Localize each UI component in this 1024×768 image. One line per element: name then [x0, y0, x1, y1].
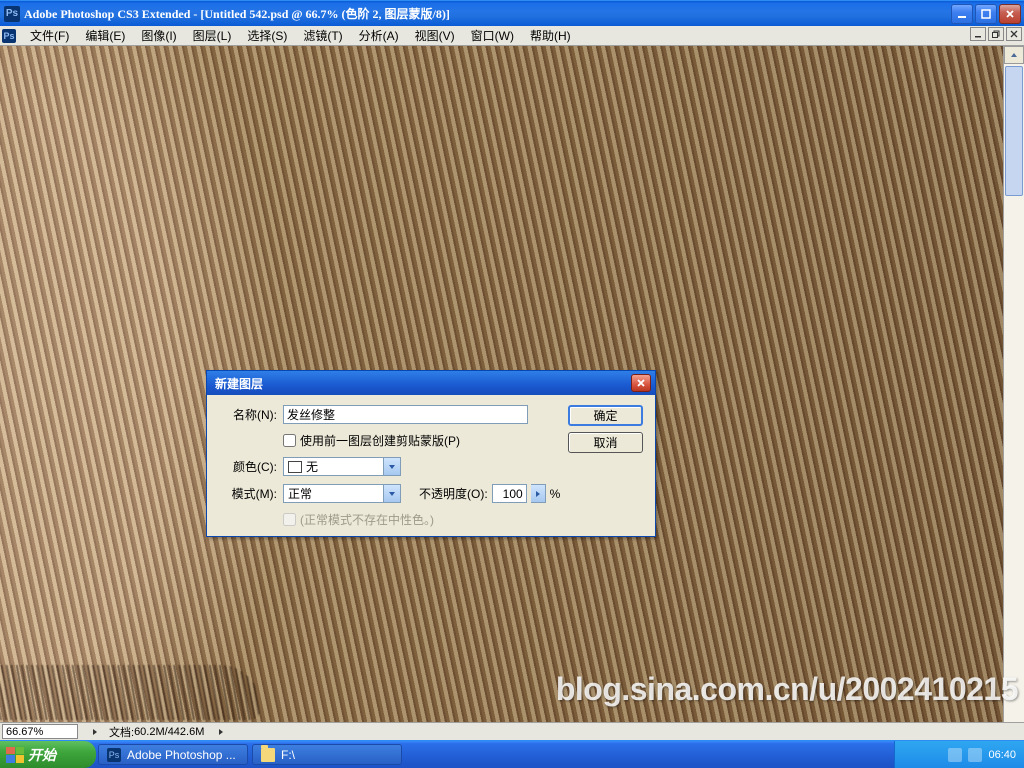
color-swatch-icon: [288, 461, 302, 473]
watermark: blog.sina.com.cn/u/2002410215: [556, 671, 1018, 708]
photoshop-icon: Ps: [2, 29, 16, 43]
taskbar-item-label: Adobe Photoshop ...: [127, 748, 236, 762]
dialog-title-bar[interactable]: 新建图层: [207, 371, 655, 395]
color-label: 颜色(C):: [219, 458, 277, 475]
doc-close-button[interactable]: [1006, 27, 1022, 41]
taskbar: 开始 Ps Adobe Photoshop ... F:\ 06:40: [0, 740, 1024, 768]
vertical-scrollbar[interactable]: [1003, 46, 1024, 740]
doc-size-menu-icon[interactable]: [217, 728, 225, 736]
start-button[interactable]: 开始: [0, 741, 96, 768]
zoom-menu-icon[interactable]: [91, 728, 99, 736]
window-title-bar: Ps Adobe Photoshop CS3 Extended - [Untit…: [0, 0, 1024, 26]
clock: 06:40: [988, 749, 1016, 761]
menu-window[interactable]: 窗口(W): [463, 25, 522, 46]
scroll-thumb[interactable]: [1005, 66, 1023, 196]
opacity-label: 不透明度(O):: [419, 485, 488, 502]
maximize-button[interactable]: [975, 4, 997, 24]
taskbar-item-explorer[interactable]: F:\: [252, 744, 402, 765]
status-bar: 66.67% 文档: 60.2M/442.6M: [0, 722, 1024, 740]
opacity-suffix: %: [550, 487, 561, 501]
name-input[interactable]: [283, 405, 528, 424]
menu-analysis[interactable]: 分析(A): [351, 25, 407, 46]
clipping-mask-label: 使用前一图层创建剪贴蒙版(P): [300, 432, 460, 449]
folder-icon: [261, 748, 275, 762]
ok-button[interactable]: 确定: [568, 405, 643, 426]
cancel-button[interactable]: 取消: [568, 432, 643, 453]
menu-help[interactable]: 帮助(H): [522, 25, 579, 46]
dialog-close-button[interactable]: [631, 374, 651, 392]
mode-select[interactable]: 正常: [283, 484, 401, 503]
chevron-down-icon: [383, 458, 400, 475]
scroll-up-button[interactable]: [1004, 46, 1024, 64]
dialog-title: 新建图层: [215, 375, 631, 392]
mode-value: 正常: [288, 485, 312, 502]
menu-view[interactable]: 视图(V): [407, 25, 463, 46]
opacity-input[interactable]: [492, 484, 527, 503]
color-value: 无: [306, 458, 318, 475]
chevron-down-icon: [383, 485, 400, 502]
menu-edit[interactable]: 编辑(E): [77, 25, 133, 46]
image-content: [0, 665, 260, 720]
taskbar-item-photoshop[interactable]: Ps Adobe Photoshop ...: [98, 744, 248, 765]
photoshop-icon: Ps: [4, 6, 20, 22]
start-label: 开始: [28, 745, 56, 765]
opacity-flyout-button[interactable]: [531, 484, 546, 503]
tray-icon[interactable]: [968, 748, 982, 762]
zoom-input[interactable]: 66.67%: [2, 724, 78, 739]
minimize-button[interactable]: [951, 4, 973, 24]
menu-select[interactable]: 选择(S): [239, 25, 295, 46]
window-title: Adobe Photoshop CS3 Extended - [Untitled…: [24, 5, 951, 22]
close-button[interactable]: [999, 4, 1021, 24]
workspace: 新建图层 名称(N): 使用前一图层创建剪贴蒙版(P) 颜色(C): 无: [0, 46, 1024, 740]
name-label: 名称(N):: [219, 406, 277, 423]
scroll-track[interactable]: [1004, 64, 1024, 722]
mode-label: 模式(M):: [219, 485, 277, 502]
photoshop-icon: Ps: [107, 748, 121, 762]
system-tray[interactable]: 06:40: [894, 741, 1024, 768]
color-select[interactable]: 无: [283, 457, 401, 476]
neutral-fill-checkbox: [283, 513, 296, 526]
clipping-mask-checkbox[interactable]: [283, 434, 296, 447]
new-layer-dialog: 新建图层 名称(N): 使用前一图层创建剪贴蒙版(P) 颜色(C): 无: [206, 370, 656, 537]
taskbar-item-label: F:\: [281, 748, 295, 762]
doc-size-label: 文档:: [109, 724, 134, 740]
neutral-fill-label: (正常模式不存在中性色。): [300, 511, 434, 528]
windows-logo-icon: [6, 747, 24, 763]
menu-bar: Ps 文件(F) 编辑(E) 图像(I) 图层(L) 选择(S) 滤镜(T) 分…: [0, 26, 1024, 46]
menu-filter[interactable]: 滤镜(T): [295, 25, 350, 46]
menu-file[interactable]: 文件(F): [22, 25, 77, 46]
menu-layer[interactable]: 图层(L): [185, 25, 240, 46]
doc-restore-button[interactable]: [988, 27, 1004, 41]
tray-icon[interactable]: [948, 748, 962, 762]
doc-minimize-button[interactable]: [970, 27, 986, 41]
menu-image[interactable]: 图像(I): [133, 25, 184, 46]
doc-size-value: 60.2M/442.6M: [134, 726, 204, 738]
